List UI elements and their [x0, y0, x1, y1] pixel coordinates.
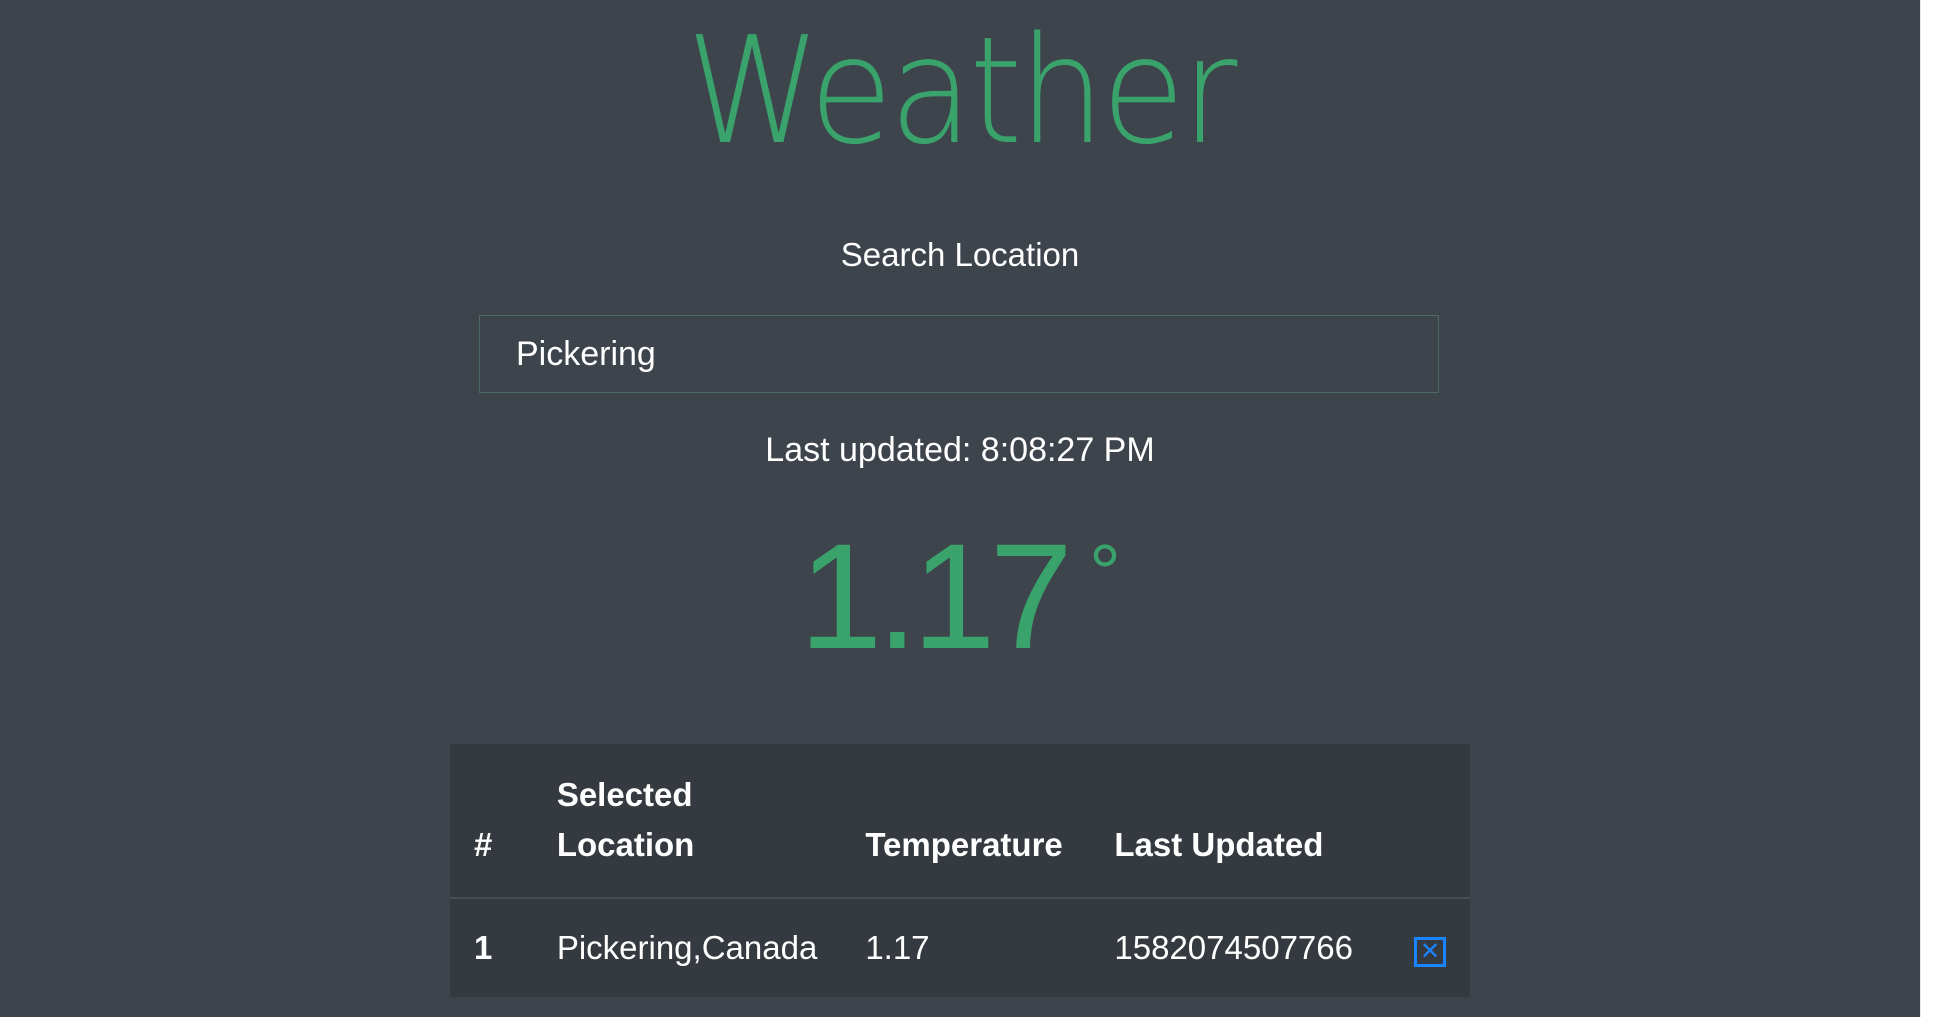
- weather-page: Weather Search Location Last updated: 8:…: [0, 0, 1935, 1017]
- row-actions: ✕: [1390, 898, 1470, 997]
- current-temperature: 1.17 °: [0, 514, 1920, 679]
- degree-symbol: °: [1088, 528, 1121, 617]
- row-last-updated: 1582074507766: [1114, 929, 1353, 966]
- locations-table-container: # Selected Location Temperature Last Upd…: [450, 744, 1470, 997]
- row-temperature: 1.17: [865, 929, 930, 966]
- table-header: # Selected Location Temperature Last Upd…: [450, 744, 1470, 899]
- header-location: Selected Location: [532, 744, 842, 899]
- side-scrollbar[interactable]: [1920, 0, 1935, 1017]
- close-box-icon: ✕: [1419, 938, 1441, 965]
- header-num: #: [450, 744, 533, 899]
- delete-row-button[interactable]: ✕: [1414, 937, 1446, 967]
- row-location: Pickering,Canada: [556, 929, 818, 966]
- temperature-value: 1.17: [799, 512, 1073, 680]
- table-header-row: # Selected Location Temperature Last Upd…: [450, 744, 1470, 899]
- search-input[interactable]: [479, 315, 1439, 393]
- header-last-updated: Last Updated: [1090, 744, 1390, 899]
- table-row: 1 Pickering,Canada 1.17 1582074507766 ✕: [450, 898, 1470, 997]
- header-actions: [1390, 744, 1470, 899]
- table-body: 1 Pickering,Canada 1.17 1582074507766 ✕: [450, 898, 1470, 997]
- locations-table: # Selected Location Temperature Last Upd…: [450, 744, 1470, 997]
- last-updated-text: Last updated: 8:08:27 PM: [765, 431, 1155, 469]
- app-title: Weather: [686, 5, 1237, 177]
- header-temperature: Temperature: [841, 744, 1091, 899]
- search-label: Search Location: [840, 236, 1080, 273]
- row-num: 1: [474, 929, 493, 966]
